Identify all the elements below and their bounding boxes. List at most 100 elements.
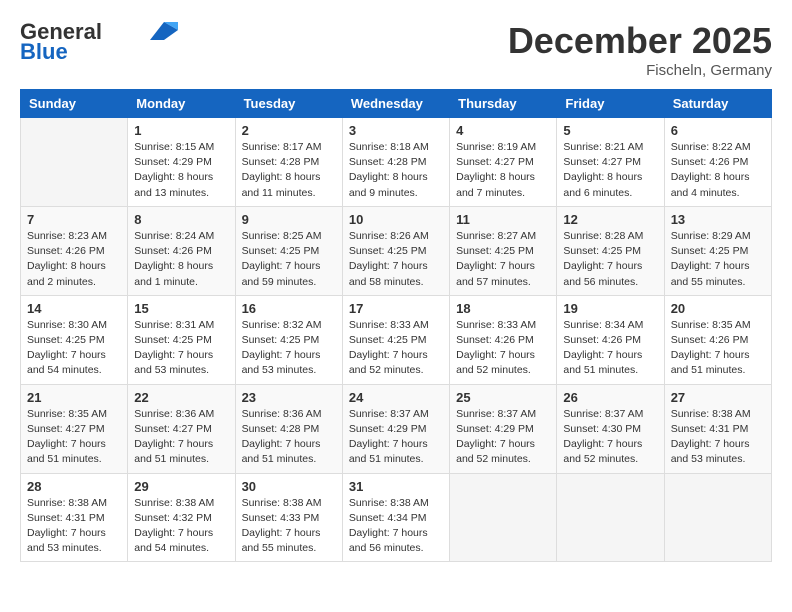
day-info: Sunrise: 8:38 AM Sunset: 4:31 PM Dayligh… bbox=[27, 496, 121, 557]
day-info: Sunrise: 8:30 AM Sunset: 4:25 PM Dayligh… bbox=[27, 318, 121, 379]
calendar-cell bbox=[557, 473, 664, 562]
weekday-header-sunday: Sunday bbox=[21, 90, 128, 118]
logo-blue-text: Blue bbox=[20, 40, 68, 64]
calendar-cell bbox=[664, 473, 771, 562]
calendar-cell: 2Sunrise: 8:17 AM Sunset: 4:28 PM Daylig… bbox=[235, 118, 342, 207]
day-info: Sunrise: 8:28 AM Sunset: 4:25 PM Dayligh… bbox=[563, 229, 657, 290]
day-number: 5 bbox=[563, 123, 657, 138]
day-number: 23 bbox=[242, 390, 336, 405]
day-info: Sunrise: 8:22 AM Sunset: 4:26 PM Dayligh… bbox=[671, 140, 765, 201]
day-number: 22 bbox=[134, 390, 228, 405]
logo: General Blue bbox=[20, 20, 178, 64]
day-info: Sunrise: 8:26 AM Sunset: 4:25 PM Dayligh… bbox=[349, 229, 443, 290]
logo-icon bbox=[150, 22, 178, 40]
calendar-cell: 15 Sunrise: 8:31 AM Sunset: 4:25 PM Dayli… bbox=[128, 295, 235, 384]
day-number: 15 bbox=[134, 301, 228, 316]
calendar-cell: 26 Sunrise: 8:37 AM Sunset: 4:30 PM Dayli… bbox=[557, 384, 664, 473]
day-number: 8 bbox=[134, 212, 228, 227]
day-number: 10 bbox=[349, 212, 443, 227]
calendar-cell: 9Sunrise: 8:25 AM Sunset: 4:25 PM Daylig… bbox=[235, 206, 342, 295]
calendar-cell: 17 Sunrise: 8:33 AM Sunset: 4:25 PM Dayli… bbox=[342, 295, 449, 384]
calendar-cell: 18 Sunrise: 8:33 AM Sunset: 4:26 PM Dayli… bbox=[450, 295, 557, 384]
day-number: 27 bbox=[671, 390, 765, 405]
page-header: General Blue December 2025 Fischeln, Ger… bbox=[20, 20, 772, 79]
calendar-week-5: 28 Sunrise: 8:38 AM Sunset: 4:31 PM Dayli… bbox=[21, 473, 772, 562]
day-number: 26 bbox=[563, 390, 657, 405]
day-info: Sunrise: 8:37 AM Sunset: 4:30 PM Dayligh… bbox=[563, 407, 657, 468]
day-number: 1 bbox=[134, 123, 228, 138]
day-number: 21 bbox=[27, 390, 121, 405]
location: Fischeln, Germany bbox=[508, 62, 772, 79]
day-info: Sunrise: 8:17 AM Sunset: 4:28 PM Dayligh… bbox=[242, 140, 336, 201]
day-number: 12 bbox=[563, 212, 657, 227]
day-number: 18 bbox=[456, 301, 550, 316]
calendar-cell: 19Sunrise: 8:34 AM Sunset: 4:26 PM Dayli… bbox=[557, 295, 664, 384]
calendar-cell: 20 Sunrise: 8:35 AM Sunset: 4:26 PM Dayli… bbox=[664, 295, 771, 384]
calendar-cell: 10 Sunrise: 8:26 AM Sunset: 4:25 PM Dayli… bbox=[342, 206, 449, 295]
calendar-cell: 8 Sunrise: 8:24 AM Sunset: 4:26 PM Daylig… bbox=[128, 206, 235, 295]
day-info: Sunrise: 8:38 AM Sunset: 4:34 PM Dayligh… bbox=[349, 496, 443, 557]
calendar-cell: 6Sunrise: 8:22 AM Sunset: 4:26 PM Daylig… bbox=[664, 118, 771, 207]
day-info: Sunrise: 8:38 AM Sunset: 4:33 PM Dayligh… bbox=[242, 496, 336, 557]
calendar-cell: 3Sunrise: 8:18 AM Sunset: 4:28 PM Daylig… bbox=[342, 118, 449, 207]
day-info: Sunrise: 8:27 AM Sunset: 4:25 PM Dayligh… bbox=[456, 229, 550, 290]
day-info: Sunrise: 8:24 AM Sunset: 4:26 PM Dayligh… bbox=[134, 229, 228, 290]
day-number: 9 bbox=[242, 212, 336, 227]
day-number: 17 bbox=[349, 301, 443, 316]
day-info: Sunrise: 8:18 AM Sunset: 4:28 PM Dayligh… bbox=[349, 140, 443, 201]
calendar-cell: 29 Sunrise: 8:38 AM Sunset: 4:32 PM Dayli… bbox=[128, 473, 235, 562]
day-info: Sunrise: 8:33 AM Sunset: 4:26 PM Dayligh… bbox=[456, 318, 550, 379]
day-info: Sunrise: 8:23 AM Sunset: 4:26 PM Dayligh… bbox=[27, 229, 121, 290]
day-number: 20 bbox=[671, 301, 765, 316]
calendar-cell: 12 Sunrise: 8:28 AM Sunset: 4:25 PM Dayli… bbox=[557, 206, 664, 295]
day-info: Sunrise: 8:35 AM Sunset: 4:26 PM Dayligh… bbox=[671, 318, 765, 379]
day-info: Sunrise: 8:32 AM Sunset: 4:25 PM Dayligh… bbox=[242, 318, 336, 379]
calendar-cell: 22 Sunrise: 8:36 AM Sunset: 4:27 PM Dayli… bbox=[128, 384, 235, 473]
day-number: 16 bbox=[242, 301, 336, 316]
weekday-header-wednesday: Wednesday bbox=[342, 90, 449, 118]
calendar-cell: 28 Sunrise: 8:38 AM Sunset: 4:31 PM Dayli… bbox=[21, 473, 128, 562]
weekday-header-tuesday: Tuesday bbox=[235, 90, 342, 118]
calendar-cell: 24 Sunrise: 8:37 AM Sunset: 4:29 PM Dayli… bbox=[342, 384, 449, 473]
day-info: Sunrise: 8:38 AM Sunset: 4:32 PM Dayligh… bbox=[134, 496, 228, 557]
day-number: 11 bbox=[456, 212, 550, 227]
calendar-cell: 13 Sunrise: 8:29 AM Sunset: 4:25 PM Dayli… bbox=[664, 206, 771, 295]
day-number: 7 bbox=[27, 212, 121, 227]
calendar-cell: 21Sunrise: 8:35 AM Sunset: 4:27 PM Dayli… bbox=[21, 384, 128, 473]
day-number: 28 bbox=[27, 479, 121, 494]
day-info: Sunrise: 8:37 AM Sunset: 4:29 PM Dayligh… bbox=[349, 407, 443, 468]
day-number: 29 bbox=[134, 479, 228, 494]
calendar-cell: 23Sunrise: 8:36 AM Sunset: 4:28 PM Dayli… bbox=[235, 384, 342, 473]
day-number: 14 bbox=[27, 301, 121, 316]
calendar-cell: 7 Sunrise: 8:23 AM Sunset: 4:26 PM Daylig… bbox=[21, 206, 128, 295]
day-number: 30 bbox=[242, 479, 336, 494]
calendar-cell bbox=[450, 473, 557, 562]
calendar-week-1: 1 Sunrise: 8:15 AM Sunset: 4:29 PM Daylig… bbox=[21, 118, 772, 207]
calendar-cell: 4Sunrise: 8:19 AM Sunset: 4:27 PM Daylig… bbox=[450, 118, 557, 207]
calendar-cell: 25 Sunrise: 8:37 AM Sunset: 4:29 PM Dayli… bbox=[450, 384, 557, 473]
day-info: Sunrise: 8:29 AM Sunset: 4:25 PM Dayligh… bbox=[671, 229, 765, 290]
calendar-cell: 5 Sunrise: 8:21 AM Sunset: 4:27 PM Daylig… bbox=[557, 118, 664, 207]
day-number: 13 bbox=[671, 212, 765, 227]
day-info: Sunrise: 8:37 AM Sunset: 4:29 PM Dayligh… bbox=[456, 407, 550, 468]
calendar-header-row: SundayMondayTuesdayWednesdayThursdayFrid… bbox=[21, 90, 772, 118]
calendar-cell: 1 Sunrise: 8:15 AM Sunset: 4:29 PM Daylig… bbox=[128, 118, 235, 207]
calendar-cell: 30 Sunrise: 8:38 AM Sunset: 4:33 PM Dayli… bbox=[235, 473, 342, 562]
day-info: Sunrise: 8:38 AM Sunset: 4:31 PM Dayligh… bbox=[671, 407, 765, 468]
calendar-cell: 14 Sunrise: 8:30 AM Sunset: 4:25 PM Dayli… bbox=[21, 295, 128, 384]
day-info: Sunrise: 8:36 AM Sunset: 4:27 PM Dayligh… bbox=[134, 407, 228, 468]
day-info: Sunrise: 8:33 AM Sunset: 4:25 PM Dayligh… bbox=[349, 318, 443, 379]
day-info: Sunrise: 8:19 AM Sunset: 4:27 PM Dayligh… bbox=[456, 140, 550, 201]
weekday-header-thursday: Thursday bbox=[450, 90, 557, 118]
calendar-week-3: 14 Sunrise: 8:30 AM Sunset: 4:25 PM Dayli… bbox=[21, 295, 772, 384]
day-info: Sunrise: 8:21 AM Sunset: 4:27 PM Dayligh… bbox=[563, 140, 657, 201]
day-number: 24 bbox=[349, 390, 443, 405]
calendar-cell: 31Sunrise: 8:38 AM Sunset: 4:34 PM Dayli… bbox=[342, 473, 449, 562]
day-info: Sunrise: 8:31 AM Sunset: 4:25 PM Dayligh… bbox=[134, 318, 228, 379]
calendar-week-4: 21Sunrise: 8:35 AM Sunset: 4:27 PM Dayli… bbox=[21, 384, 772, 473]
day-number: 25 bbox=[456, 390, 550, 405]
day-info: Sunrise: 8:15 AM Sunset: 4:29 PM Dayligh… bbox=[134, 140, 228, 201]
calendar-cell bbox=[21, 118, 128, 207]
month-title: December 2025 bbox=[508, 20, 772, 62]
day-info: Sunrise: 8:34 AM Sunset: 4:26 PM Dayligh… bbox=[563, 318, 657, 379]
